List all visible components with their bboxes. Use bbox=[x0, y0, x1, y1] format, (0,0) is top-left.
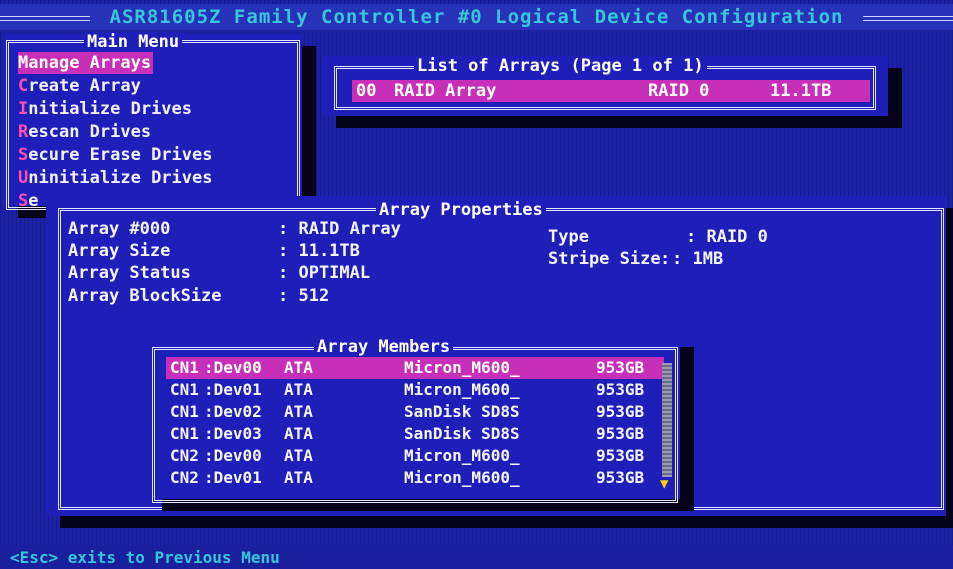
stripe-size-separator: : bbox=[660, 249, 671, 269]
member-row[interactable]: CN2 :Dev01 ATA Micron_M600_ 953GB bbox=[166, 467, 664, 489]
member-cn: CN1 bbox=[170, 358, 199, 377]
array-name-value: : RAID Array bbox=[278, 219, 401, 239]
array-blocksize-label: Array BlockSize bbox=[68, 286, 222, 306]
member-iface: ATA bbox=[284, 468, 313, 487]
scroll-down-arrow-icon[interactable]: ▼ bbox=[660, 477, 668, 491]
menu-label: escan Drives bbox=[28, 122, 152, 142]
member-dev: :Dev02 bbox=[204, 402, 262, 421]
member-cn: CN1 bbox=[170, 380, 199, 399]
type-value: : RAID 0 bbox=[686, 227, 768, 247]
array-status-label: Array Status bbox=[68, 263, 191, 283]
member-cn: CN2 bbox=[170, 446, 199, 465]
member-cn: CN2 bbox=[170, 468, 199, 487]
member-model: SanDisk SD8S bbox=[404, 424, 520, 443]
array-size-value: : 11.1TB bbox=[278, 241, 360, 261]
member-dev: :Dev01 bbox=[204, 380, 262, 399]
menu-label: ecure Erase Drives bbox=[28, 145, 213, 165]
menu-item-5[interactable]: Uninitialize Drives bbox=[18, 167, 212, 189]
title-rule-left bbox=[0, 16, 90, 21]
title-rule-right bbox=[863, 16, 953, 21]
menu-label: anage Arrays bbox=[28, 53, 152, 73]
stripe-size-value: : 1MB bbox=[672, 249, 724, 269]
menu-item-6[interactable]: Se bbox=[18, 190, 39, 212]
member-cn: CN1 bbox=[170, 402, 199, 421]
member-iface: ATA bbox=[284, 380, 313, 399]
member-size: 953GB bbox=[596, 468, 645, 487]
array-name: RAID Array bbox=[394, 81, 497, 101]
members-scrollbar[interactable] bbox=[662, 363, 672, 477]
array-raid-level: RAID 0 bbox=[648, 81, 710, 101]
footer-hint: <Esc> exits to Previous Menu bbox=[0, 546, 953, 569]
array-members-title: Array Members bbox=[314, 337, 454, 357]
menu-label: e bbox=[28, 191, 39, 211]
member-cn: CN1 bbox=[170, 424, 199, 443]
array-blocksize-value: : 512 bbox=[278, 286, 330, 306]
member-row[interactable]: CN1 :Dev00 ATA Micron_M600_ 953GB bbox=[166, 357, 664, 379]
member-size: 953GB bbox=[596, 358, 645, 377]
member-dev: :Dev00 bbox=[204, 446, 262, 465]
screen-title: ASR81605Z Family Controller #0 Logical D… bbox=[109, 6, 844, 28]
array-list-title: List of Arrays (Page 1 of 1) bbox=[414, 56, 707, 76]
member-size: 953GB bbox=[596, 380, 645, 399]
main-menu-window: Main Menu Manage Arrays Create Array Initi… bbox=[4, 32, 302, 211]
member-row[interactable]: CN1 :Dev03 ATA SanDisk SD8S 953GB bbox=[166, 423, 664, 445]
member-row[interactable]: CN1 :Dev02 ATA SanDisk SD8S 953GB bbox=[166, 401, 664, 423]
array-status-value: : OPTIMAL bbox=[278, 263, 371, 283]
menu-item-2[interactable]: Initialize Drives bbox=[18, 98, 192, 120]
member-iface: ATA bbox=[284, 358, 313, 377]
member-model: SanDisk SD8S bbox=[404, 402, 520, 421]
member-iface: ATA bbox=[284, 424, 313, 443]
menu-label: reate Array bbox=[28, 76, 141, 96]
array-members-window: Array Members CN1 :Dev00 ATA Micron_M600_ 95… bbox=[148, 335, 680, 503]
menu-item-4[interactable]: Secure Erase Drives bbox=[18, 144, 212, 166]
member-dev: :Dev00 bbox=[204, 358, 262, 377]
member-dev: :Dev03 bbox=[204, 424, 262, 443]
member-model: Micron_M600_ bbox=[404, 446, 520, 465]
menu-label: ninitialize Drives bbox=[28, 168, 213, 188]
menu-hotkey: R bbox=[18, 122, 29, 142]
member-dev: :Dev01 bbox=[204, 468, 262, 487]
member-row[interactable]: CN2 :Dev00 ATA Micron_M600_ 953GB bbox=[166, 445, 664, 467]
array-size: 11.1TB bbox=[770, 81, 832, 101]
array-properties-title: Array Properties bbox=[376, 200, 546, 220]
member-size: 953GB bbox=[596, 446, 645, 465]
array-row[interactable]: 00 RAID Array RAID 0 11.1TB bbox=[352, 80, 870, 102]
member-size: 953GB bbox=[596, 402, 645, 421]
title-bar: ASR81605Z Family Controller #0 Logical D… bbox=[0, 4, 953, 30]
bios-screen: ASR81605Z Family Controller #0 Logical D… bbox=[0, 0, 953, 569]
menu-hotkey: I bbox=[18, 99, 29, 119]
menu-label: nitialize Drives bbox=[28, 99, 193, 119]
member-size: 953GB bbox=[596, 424, 645, 443]
array-size-label: Array Size bbox=[68, 241, 171, 261]
stripe-size-label: Stripe Size bbox=[548, 249, 661, 269]
main-menu-title: Main Menu bbox=[84, 32, 183, 52]
array-list-window: List of Arrays (Page 1 of 1) 00 RAID Arr… bbox=[322, 56, 888, 116]
menu-hotkey: S bbox=[18, 145, 29, 165]
type-label: Type bbox=[548, 227, 589, 247]
member-model: Micron_M600_ bbox=[404, 358, 520, 377]
member-iface: ATA bbox=[284, 402, 313, 421]
member-iface: ATA bbox=[284, 446, 313, 465]
menu-hotkey: U bbox=[18, 168, 29, 188]
member-row[interactable]: CN1 :Dev01 ATA Micron_M600_ 953GB bbox=[166, 379, 664, 401]
array-number-label: Array #000 bbox=[68, 219, 171, 239]
member-model: Micron_M600_ bbox=[404, 380, 520, 399]
menu-hotkey: S bbox=[18, 191, 29, 211]
menu-item-1[interactable]: Create Array bbox=[18, 75, 141, 97]
menu-hotkey: M bbox=[18, 53, 29, 73]
menu-item-0[interactable]: Manage Arrays bbox=[18, 52, 154, 74]
member-model: Micron_M600_ bbox=[404, 468, 520, 487]
menu-item-3[interactable]: Rescan Drives bbox=[18, 121, 151, 143]
menu-hotkey: C bbox=[18, 76, 29, 96]
array-number: 00 bbox=[356, 81, 377, 101]
